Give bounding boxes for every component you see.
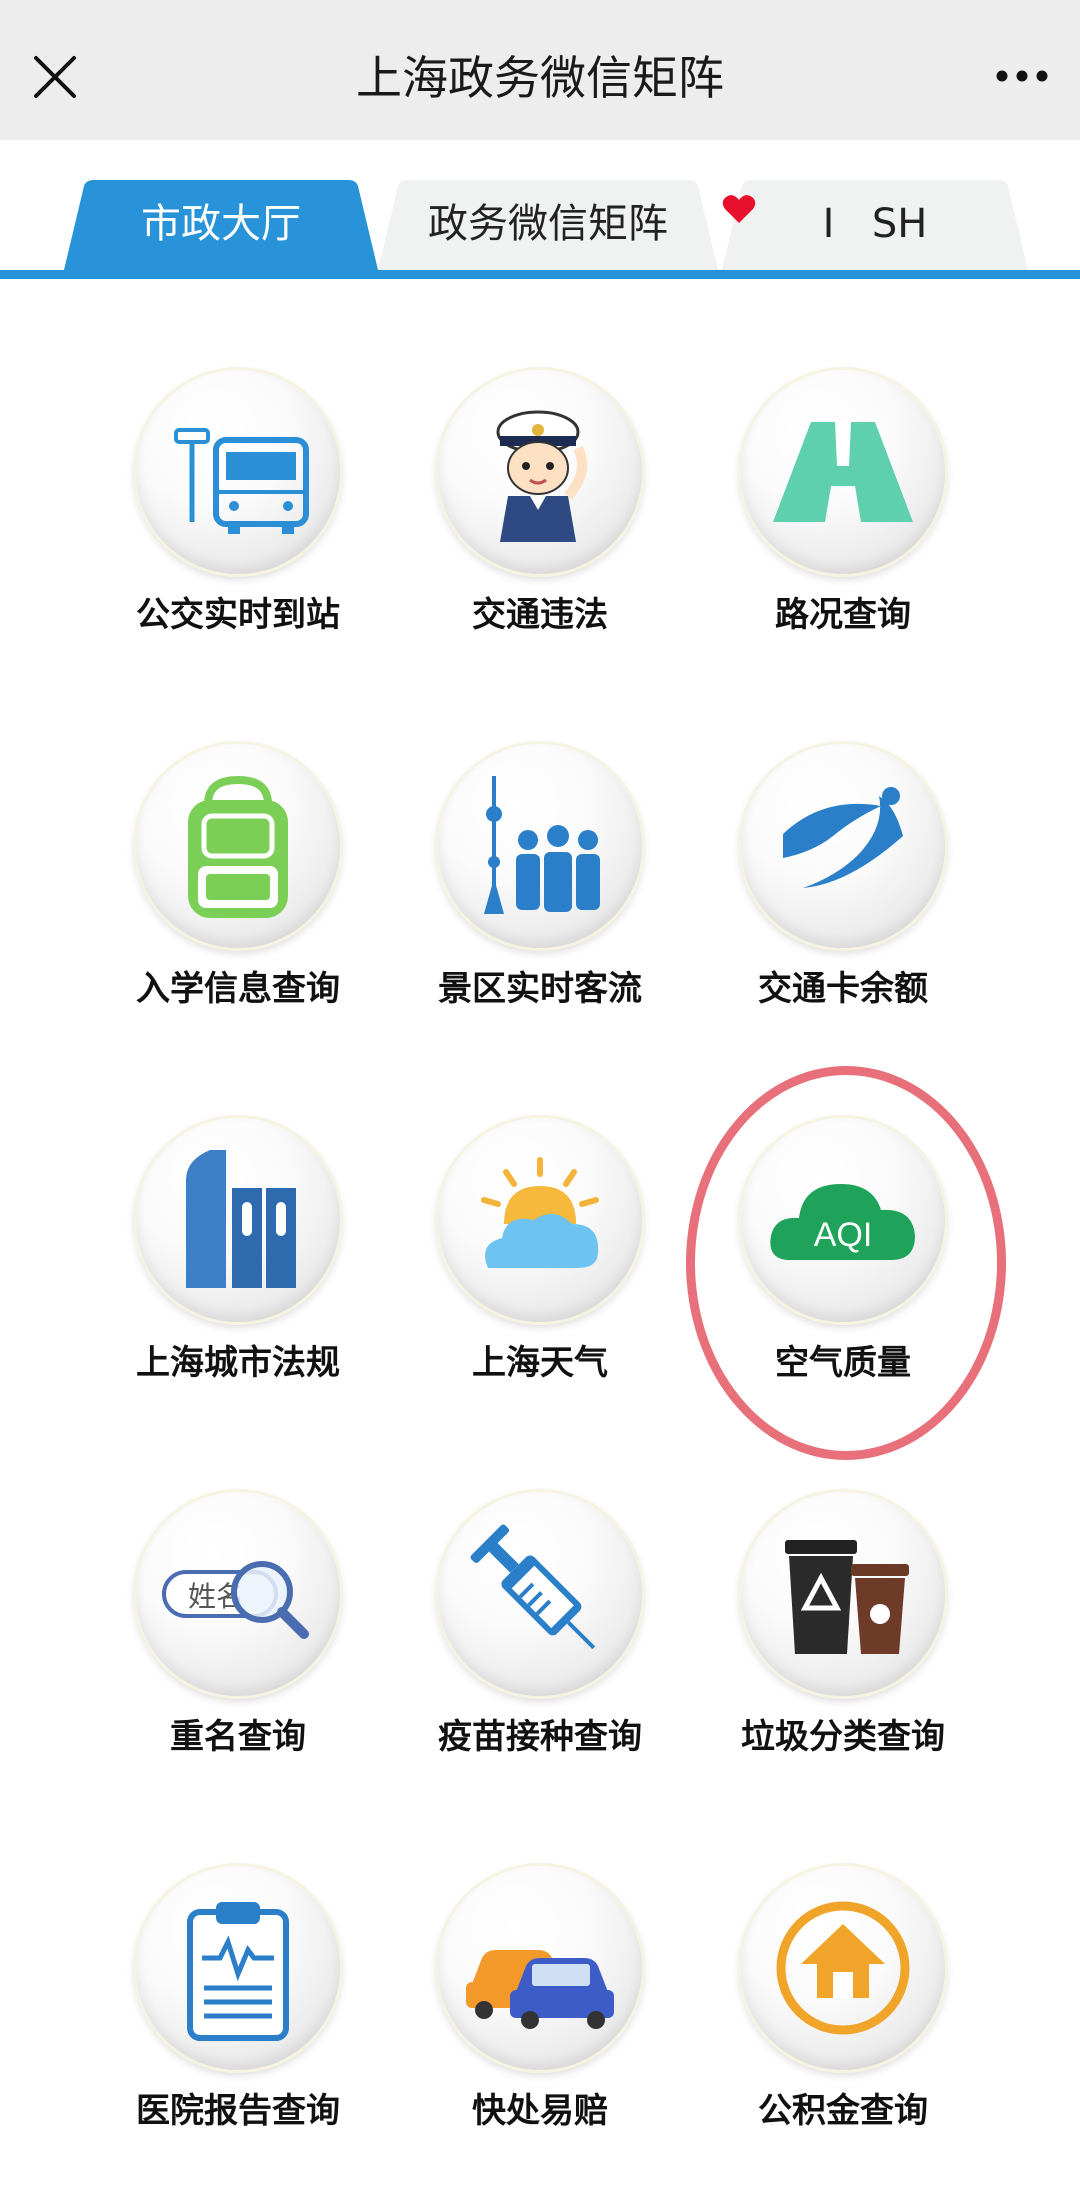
service-label: 快处易赔 (472, 2091, 608, 2131)
top-navigation-bar: 上海政务微信矩阵 (0, 0, 1080, 140)
service-hospital-report[interactable]: 医院报告查询 (87, 1866, 389, 2196)
trash-bins-icon (741, 1492, 945, 1696)
service-school-enrollment[interactable]: 入学信息查询 (87, 744, 389, 1074)
highlight-ring (686, 1066, 1006, 1460)
service-traffic-violation[interactable]: 交通违法 (389, 370, 691, 700)
clipboard-report-icon (136, 1866, 340, 2070)
housing-fund-icon (741, 1866, 945, 2070)
service-label: 入学信息查询 (136, 969, 340, 1009)
road-icon (741, 370, 945, 574)
service-shanghai-weather[interactable]: 上海天气 (389, 1118, 691, 1448)
service-bus-arrival[interactable]: 公交实时到站 (87, 370, 389, 700)
service-vaccination[interactable]: 疫苗接种查询 (389, 1492, 691, 1822)
service-city-regulations[interactable]: 上海城市法规 (87, 1118, 389, 1448)
weather-icon (438, 1118, 642, 1322)
service-label: 上海天气 (472, 1343, 608, 1383)
service-label: 垃圾分类查询 (741, 1717, 945, 1757)
service-scenic-crowd[interactable]: 景区实时客流 (389, 744, 691, 1074)
more-options-icon[interactable] (992, 56, 1052, 96)
service-label: 重名查询 (170, 1717, 306, 1757)
tab-civic-hall-label: 市政大厅 (141, 201, 301, 247)
tab-wechat-matrix[interactable]: 政务微信矩阵 (378, 180, 718, 270)
service-label: 上海城市法规 (136, 1343, 340, 1383)
service-garbage-sorting[interactable]: 垃圾分类查询 (692, 1492, 994, 1822)
tab-i-love-sh[interactable]: I SH (722, 180, 1028, 270)
city-regulation-icon (136, 1118, 340, 1322)
tab-i-love-sh-label: I SH (722, 194, 1028, 254)
traffic-police-icon (438, 370, 642, 574)
tab-wechat-matrix-label: 政务微信矩阵 (428, 201, 668, 247)
service-label: 交通卡余额 (758, 969, 928, 1009)
tab-bar: 市政大厅 政务微信矩阵 I SH (0, 180, 1080, 280)
tab-sh-text: SH (871, 201, 928, 247)
tourist-crowd-icon (438, 744, 642, 948)
syringe-icon (438, 1492, 642, 1696)
cars-accident-icon (438, 1866, 642, 2070)
service-label: 公交实时到站 (136, 595, 340, 635)
service-label: 交通违法 (472, 595, 608, 635)
bus-stop-icon (136, 370, 340, 574)
tab-i-text: I (822, 201, 835, 247)
service-duplicate-name[interactable]: 姓名 重名查询 (87, 1492, 389, 1822)
name-search-icon: 姓名 (136, 1492, 340, 1696)
service-label: 疫苗接种查询 (438, 1717, 642, 1757)
tab-underline (0, 270, 1080, 279)
tab-civic-hall[interactable]: 市政大厅 (64, 180, 378, 270)
service-housing-fund[interactable]: 公积金查询 (692, 1866, 994, 2196)
service-transport-card[interactable]: 交通卡余额 (692, 744, 994, 1074)
school-backpack-icon (136, 744, 340, 948)
service-quick-claim[interactable]: 快处易赔 (389, 1866, 691, 2196)
page-title: 上海政务微信矩阵 (356, 51, 724, 105)
service-label: 景区实时客流 (438, 969, 642, 1009)
service-label: 医院报告查询 (136, 2091, 340, 2131)
service-road-conditions[interactable]: 路况查询 (692, 370, 994, 700)
transport-card-icon (741, 744, 945, 948)
service-label: 公积金查询 (758, 2091, 928, 2131)
service-label: 路况查询 (775, 595, 911, 635)
